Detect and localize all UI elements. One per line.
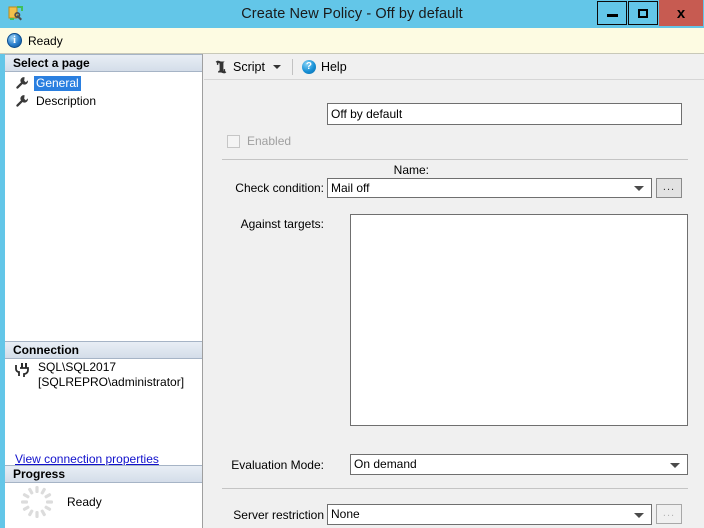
server-restriction-value: None bbox=[331, 507, 360, 521]
separator-top bbox=[222, 159, 688, 160]
minimize-icon bbox=[606, 14, 618, 17]
name-input[interactable]: Off by default bbox=[327, 103, 682, 125]
script-label: Script bbox=[233, 59, 265, 74]
against-targets-list[interactable] bbox=[350, 214, 688, 426]
connection-user: [SQLREPRO\administrator] bbox=[38, 375, 185, 389]
server-restriction-browse-button: ... bbox=[656, 504, 682, 524]
evaluation-mode-value: On demand bbox=[354, 457, 417, 471]
check-condition-label: Check condition: bbox=[235, 181, 324, 195]
check-condition-value: Mail off bbox=[331, 181, 370, 195]
enabled-label: Enabled bbox=[247, 134, 292, 148]
spinner-icon bbox=[21, 486, 53, 518]
against-targets-label: Against targets: bbox=[240, 217, 324, 231]
connection-header: Connection bbox=[5, 341, 202, 359]
maximize-button[interactable] bbox=[628, 1, 658, 25]
sidebar-item-label: Description bbox=[36, 93, 97, 108]
main-panel: Script ? Help Name: Off by default Enabl… bbox=[204, 54, 704, 528]
check-condition-select[interactable]: Mail off bbox=[327, 178, 652, 198]
script-icon bbox=[215, 60, 227, 73]
separator-bottom bbox=[222, 488, 688, 489]
connection-row: SQL\SQL2017 [SQLREPRO\administrator] bbox=[5, 360, 202, 390]
view-connection-properties-link[interactable]: View connection properties bbox=[15, 452, 159, 466]
maximize-icon bbox=[638, 8, 648, 18]
server-connection-icon bbox=[15, 363, 29, 377]
help-question-icon: ? bbox=[301, 59, 316, 74]
server-restriction-select[interactable]: None bbox=[327, 504, 652, 525]
sidebar-item-general[interactable]: General bbox=[5, 75, 202, 91]
sidebar-item-description[interactable]: Description bbox=[5, 93, 202, 109]
evaluation-mode-label: Evaluation Mode: bbox=[231, 458, 324, 472]
toolbar-separator bbox=[291, 58, 293, 75]
connection-section: SQL\SQL2017 [SQLREPRO\administrator] Vie… bbox=[5, 360, 202, 466]
help-label: Help bbox=[320, 59, 347, 74]
toolbar: Script ? Help bbox=[204, 54, 704, 80]
progress-header: Progress bbox=[5, 465, 202, 483]
chevron-down-icon bbox=[634, 512, 644, 518]
enabled-checkbox[interactable] bbox=[227, 134, 240, 148]
name-label: Name: bbox=[393, 163, 429, 177]
chevron-down-icon[interactable] bbox=[272, 64, 281, 69]
progress-text: Ready bbox=[67, 495, 102, 509]
enabled-checkbox-row[interactable]: Enabled bbox=[227, 134, 291, 148]
chevron-down-icon bbox=[670, 462, 680, 468]
status-bar: i Ready bbox=[0, 28, 704, 54]
close-button[interactable]: x bbox=[659, 0, 703, 26]
sidebar: Select a page General Description Connec… bbox=[5, 54, 203, 528]
page-list: General Description bbox=[5, 73, 202, 109]
select-a-page-header: Select a page bbox=[5, 54, 202, 72]
progress-section: Ready bbox=[5, 484, 202, 520]
minimize-button[interactable] bbox=[597, 1, 627, 25]
connection-text: SQL\SQL2017 [SQLREPRO\administrator] bbox=[38, 360, 184, 390]
close-icon: x bbox=[676, 4, 686, 22]
help-button[interactable]: ? Help bbox=[298, 56, 351, 78]
create-new-policy-dialog: Create New Policy - Off by default x i R… bbox=[0, 0, 704, 528]
info-icon: i bbox=[7, 33, 22, 48]
status-text: Ready bbox=[28, 33, 63, 48]
wrench-icon bbox=[16, 77, 28, 89]
connection-server: SQL\SQL2017 bbox=[38, 360, 117, 374]
title-bar: Create New Policy - Off by default x bbox=[0, 0, 704, 28]
wrench-icon bbox=[16, 95, 28, 107]
evaluation-mode-select[interactable]: On demand bbox=[350, 454, 688, 475]
script-button[interactable]: Script bbox=[210, 56, 287, 78]
chevron-down-icon bbox=[634, 186, 644, 191]
sidebar-item-label: General bbox=[34, 75, 81, 91]
check-condition-browse-button[interactable]: ... bbox=[656, 178, 682, 198]
server-restriction-label: Server restriction bbox=[233, 508, 324, 522]
